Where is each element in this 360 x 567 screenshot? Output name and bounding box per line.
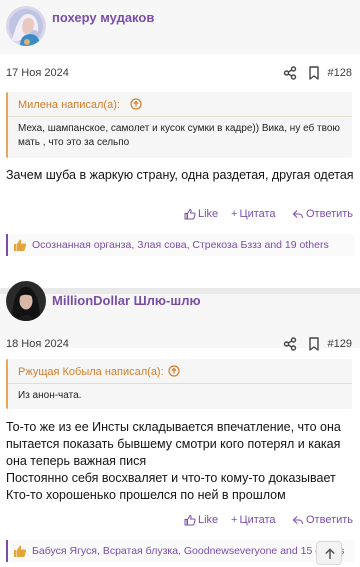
like-reaction-icon <box>14 545 27 557</box>
post-number[interactable]: #129 <box>328 338 352 350</box>
quote-divider <box>8 116 352 117</box>
quote-button[interactable]: + Цитата <box>231 208 276 220</box>
post-meta-row: 17 Ноя 2024 #128 <box>0 61 360 87</box>
arrow-up-circle-icon[interactable] <box>168 365 180 377</box>
quote-block: Ржущая Кобыла написал(а): Из анон-чата. <box>6 359 352 409</box>
post-author-row: похеру мудаков <box>0 0 360 54</box>
arrow-up-circle-icon[interactable] <box>130 98 142 110</box>
quote-text: Из анон-чата. <box>18 390 82 401</box>
username[interactable]: MillionDollar Шлю-шлю <box>52 293 201 308</box>
like-label: Like <box>198 514 219 526</box>
like-reaction-icon <box>14 239 27 251</box>
reply-label: Ответить <box>306 514 354 526</box>
post-128: похеру мудаков 17 Ноя 2024 #128 Милена н… <box>0 0 360 288</box>
quote-text: Меха, шампанское, самолет и кусок сумки … <box>18 123 340 148</box>
reply-button[interactable]: Ответить <box>292 208 353 220</box>
post-body-line: она теперь важная пися <box>6 454 147 468</box>
bookmark-icon[interactable] <box>306 65 322 81</box>
plus-icon: + <box>231 208 238 220</box>
post-date[interactable]: 17 Ноя 2024 <box>6 67 69 79</box>
scroll-to-top-button[interactable] <box>316 541 342 565</box>
thumbs-up-icon <box>184 208 196 220</box>
post-body-line: То-то же из ее Инсты складывается впечат… <box>6 420 341 434</box>
reply-arrow-icon <box>292 516 304 525</box>
quote-label: Цитата <box>239 514 276 526</box>
bookmark-icon[interactable] <box>306 336 322 352</box>
reactions-text[interactable]: Бабуся Ягуся, Всратая блузка, Goodnewsev… <box>32 545 344 557</box>
post-129: MillionDollar Шлю-шлю 18 Ноя 2024 #129 Р… <box>0 281 360 567</box>
quote-label: Цитата <box>239 208 276 220</box>
avatar[interactable] <box>6 6 46 46</box>
arrow-up-icon <box>325 548 335 559</box>
avatar-image-icon <box>6 6 46 46</box>
quote-button[interactable]: + Цитата <box>231 514 276 526</box>
reactions-text[interactable]: Осознанная органза, Злая сова, Стрекоза … <box>32 239 329 251</box>
reply-arrow-icon <box>292 210 304 219</box>
share-icon[interactable] <box>282 65 298 81</box>
avatar[interactable] <box>6 281 46 321</box>
post-date[interactable]: 18 Ноя 2024 <box>6 338 69 350</box>
quote-author[interactable]: Ржущая Кобыла написал(а): <box>18 366 164 378</box>
post-body: То-то же из ее Инсты складывается впечат… <box>6 419 356 504</box>
like-button[interactable]: Like <box>184 514 218 526</box>
post-body: Зачем шуба в жаркую страну, одна раздета… <box>6 168 354 182</box>
avatar-image-icon <box>6 281 46 321</box>
post-actions: Like + Цитата Ответить <box>0 208 360 226</box>
post-number[interactable]: #128 <box>328 67 352 79</box>
post-body-line: пытается показать бывшему смотри кого по… <box>6 437 341 451</box>
post-body-line: Кто-то хорошенько прошелся по ней в прош… <box>6 488 286 502</box>
reply-button[interactable]: Ответить <box>292 514 353 526</box>
post-actions: Like + Цитата Ответить <box>0 514 360 532</box>
like-button[interactable]: Like <box>184 208 218 220</box>
username[interactable]: похеру мудаков <box>52 10 154 25</box>
reactions-bar[interactable]: Осознанная органза, Злая сова, Стрекоза … <box>6 234 354 256</box>
quote-block: Милена написал(а): Меха, шампанское, сам… <box>6 92 352 158</box>
like-label: Like <box>198 208 219 220</box>
thumbs-up-icon <box>184 514 196 526</box>
reactions-bar[interactable]: Бабуся Ягуся, Всратая блузка, Goodnewsev… <box>6 540 354 562</box>
quote-author[interactable]: Милена написал(а): <box>18 99 120 111</box>
post-body-line: Постоянно себя восхваляет и что-то кому-… <box>6 471 336 485</box>
reply-label: Ответить <box>306 208 354 220</box>
quote-divider <box>8 383 352 384</box>
plus-icon: + <box>231 514 238 526</box>
share-icon[interactable] <box>282 336 298 352</box>
post-meta-row: 18 Ноя 2024 #129 <box>0 332 360 358</box>
